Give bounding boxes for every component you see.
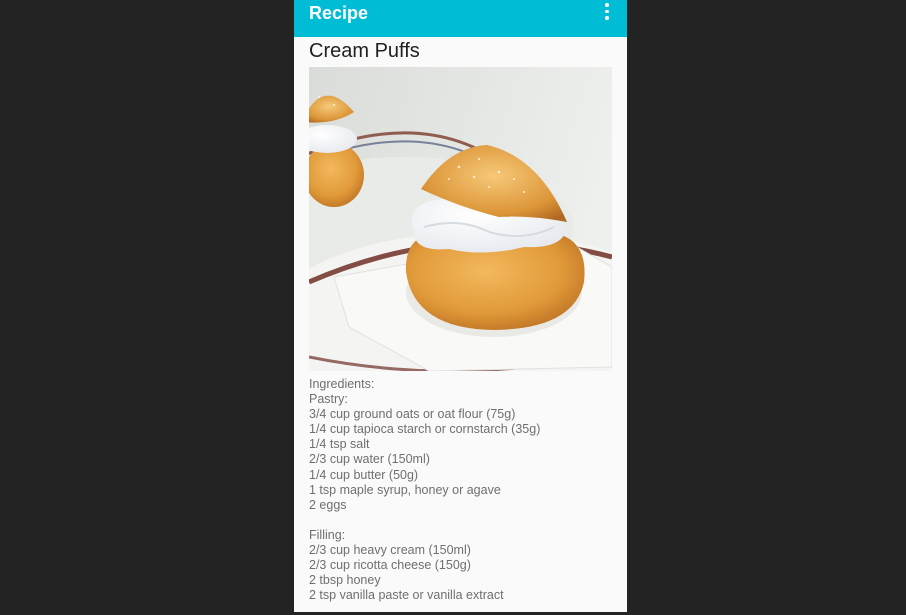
list-item: 2 eggs — [309, 497, 347, 512]
cream-puff-photo — [309, 67, 612, 371]
more-vert-icon[interactable] — [597, 3, 617, 23]
list-item: 1/4 tsp salt — [309, 437, 370, 452]
list-item: 2/3 cup water (150ml) — [309, 452, 430, 467]
app-bar-title: Recipe — [309, 3, 369, 23]
list-item: 2/3 cup heavy cream (150ml) — [309, 543, 471, 558]
recipe-title: Cream Puffs — [309, 40, 420, 62]
app-bar: Recipe — [294, 0, 627, 37]
pastry-heading: Pastry: — [309, 392, 348, 407]
list-item: 3/4 cup ground oats or oat flour (75g) — [309, 407, 516, 422]
ingredients-text: Ingredients: Pastry: 3/4 cup ground oats… — [309, 377, 619, 603]
list-item: 2/3 cup ricotta cheese (150g) — [309, 558, 471, 573]
filling-heading: Filling: — [309, 527, 346, 542]
phone-screen: Recipe Cream Puffs Ingredients: Pastry: … — [294, 0, 627, 612]
list-item: 2 tbsp honey — [309, 573, 381, 588]
list-item: 2 tsp vanilla paste or vanilla extract — [309, 588, 504, 603]
list-item: 1/4 cup tapioca starch or cornstarch (35… — [309, 422, 541, 437]
ingredients-heading: Ingredients: — [309, 377, 375, 391]
list-item: 1/4 cup butter (50g) — [309, 467, 419, 482]
list-item: 1 tsp maple syrup, honey or agave — [309, 482, 501, 497]
